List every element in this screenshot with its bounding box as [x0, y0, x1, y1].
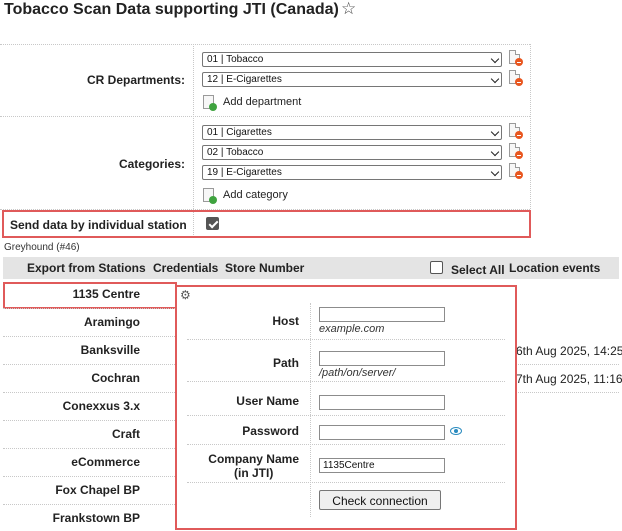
categories-label: Categories:: [118, 157, 185, 171]
export-from-stations-header: Export from Stations: [27, 261, 146, 275]
location-events-header: Location events: [509, 261, 601, 275]
credentials-header: Credentials: [153, 261, 219, 275]
add-category-label: Add category: [223, 189, 288, 201]
remove-department-1-icon[interactable]: [509, 50, 523, 66]
select-all-label: Select All: [451, 263, 505, 277]
check-connection-button[interactable]: Check connection: [319, 490, 441, 510]
add-department-link[interactable]: Add department: [203, 95, 302, 111]
location-event-cochran: 7th Aug 2025, 11:16: [516, 372, 622, 386]
chevron-down-icon: [490, 127, 500, 137]
user-name-label: User Name: [236, 394, 299, 408]
page-title: Tobacco Scan Data supporting JTI (Canada…: [4, 1, 339, 18]
send-by-station-checkbox[interactable]: [206, 217, 219, 230]
password-label: Password: [242, 424, 299, 438]
group-name: Greyhound (#46): [4, 242, 80, 253]
chevron-down-icon: [490, 167, 500, 177]
chevron-down-icon: [490, 147, 500, 157]
add-document-icon: [203, 95, 217, 111]
station-row[interactable]: Banksville: [3, 343, 140, 357]
station-row[interactable]: Craft: [3, 427, 140, 441]
category-select-3-value: 19 | E-Cigarettes: [207, 167, 282, 178]
path-hint: /path/on/server/: [319, 367, 396, 379]
user-name-input[interactable]: [319, 395, 445, 410]
company-name-label-line1: Company Name: [208, 452, 299, 466]
eye-icon[interactable]: [450, 427, 462, 435]
company-name-label: Company Name (in JTI): [208, 452, 299, 480]
add-department-label: Add department: [223, 96, 302, 108]
host-input[interactable]: [319, 307, 445, 322]
remove-category-3-icon[interactable]: [509, 163, 523, 179]
credentials-popup: ⚙ Host example.com Path /path/on/server/…: [175, 285, 517, 530]
category-select-1[interactable]: 01 | Cigarettes: [202, 125, 502, 140]
station-row[interactable]: Cochran: [3, 371, 140, 385]
station-row[interactable]: eCommerce: [3, 455, 140, 469]
host-label: Host: [272, 314, 299, 328]
remove-department-2-icon[interactable]: [509, 70, 523, 86]
path-label: Path: [272, 356, 299, 370]
station-row[interactable]: Fox Chapel BP: [3, 483, 140, 497]
gear-icon[interactable]: ⚙: [180, 288, 191, 302]
category-select-1-value: 01 | Cigarettes: [207, 127, 272, 138]
company-name-input[interactable]: [319, 458, 445, 473]
select-all-checkbox[interactable]: [430, 261, 443, 274]
station-row[interactable]: Frankstown BP: [3, 511, 140, 525]
category-select-3[interactable]: 19 | E-Cigarettes: [202, 165, 502, 180]
store-number-header: Store Number: [225, 261, 305, 275]
station-row[interactable]: Conexxus 3.x: [3, 399, 140, 413]
chevron-down-icon: [490, 54, 500, 64]
star-outline-icon[interactable]: ☆: [341, 0, 356, 19]
host-hint: example.com: [319, 323, 385, 335]
send-by-station-label: Send data by individual station: [10, 218, 187, 232]
remove-category-1-icon[interactable]: [509, 123, 523, 139]
password-input[interactable]: [319, 425, 445, 440]
department-select-2-value: 12 | E-Cigarettes: [207, 74, 282, 85]
add-document-icon: [203, 188, 217, 204]
category-select-2-value: 02 | Tobacco: [207, 147, 264, 158]
location-event-banksville: 6th Aug 2025, 14:25: [516, 344, 622, 358]
chevron-down-icon: [490, 74, 500, 84]
station-row[interactable]: Aramingo: [3, 315, 140, 329]
company-name-label-line2: (in JTI): [233, 466, 274, 480]
add-category-link[interactable]: Add category: [203, 188, 288, 204]
department-select-1-value: 01 | Tobacco: [207, 54, 264, 65]
cr-departments-label: CR Departments:: [86, 73, 185, 87]
category-select-2[interactable]: 02 | Tobacco: [202, 145, 502, 160]
station-row[interactable]: 1135 Centre: [3, 287, 140, 301]
department-select-2[interactable]: 12 | E-Cigarettes: [202, 72, 502, 87]
department-select-1[interactable]: 01 | Tobacco: [202, 52, 502, 67]
remove-category-2-icon[interactable]: [509, 143, 523, 159]
path-input[interactable]: [319, 351, 445, 366]
